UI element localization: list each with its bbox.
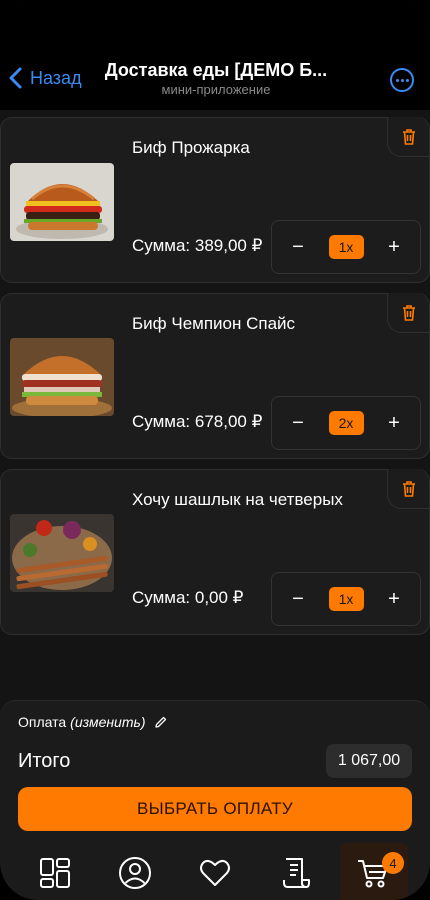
burger-image — [10, 163, 114, 241]
quantity-stepper: − 1x + — [271, 220, 421, 274]
quantity-stepper: − 1x + — [271, 572, 421, 626]
quantity-value: 2x — [328, 411, 364, 435]
decrease-button[interactable]: − — [286, 236, 310, 259]
page-subtitle: мини-приложение — [161, 82, 271, 97]
payment-row: Оплата (изменить) — [18, 714, 168, 730]
quantity-value: 1x — [328, 587, 364, 611]
page-title: Доставка еды [ДЕМО Б... — [104, 60, 328, 80]
item-name: Хочу шашлык на четверых — [132, 490, 343, 509]
delete-button[interactable] — [387, 293, 429, 333]
item-name: Биф Чемпион Спайс — [132, 314, 296, 333]
item-name: Биф Прожарка — [132, 138, 250, 157]
choose-payment-button[interactable]: ВЫБРАТЬ ОПЛАТУ — [18, 787, 412, 831]
back-button[interactable]: Назад — [8, 66, 82, 90]
app-screen: Назад Доставка еды [ДЕМО Б... мини-прило… — [0, 0, 430, 900]
delete-button[interactable] — [387, 117, 429, 157]
receipt-icon[interactable] — [277, 855, 313, 891]
quantity-value: 1x — [328, 235, 364, 259]
cart-item: Биф Прожарка Сумма: 389,00 ₽ − 1x + — [0, 117, 430, 283]
delete-button[interactable] — [387, 469, 429, 509]
increase-button[interactable]: + — [382, 588, 406, 611]
quantity-stepper: − 2x + — [271, 396, 421, 450]
payment-label: Оплата — [18, 714, 67, 730]
trash-icon — [402, 480, 415, 497]
cart-item: Хочу шашлык на четверых Сумма: 0,00 ₽ − … — [0, 469, 430, 635]
checkout-panel: Оплата (изменить) Итого 1 067,00 ВЫБРАТЬ… — [0, 700, 430, 900]
profile-icon[interactable] — [117, 855, 153, 891]
increase-button[interactable]: + — [382, 412, 406, 435]
bottom-tab-bar: 4 — [0, 843, 430, 900]
trash-icon — [402, 304, 415, 321]
payment-change-link[interactable]: (изменить) — [70, 714, 145, 730]
trash-icon — [402, 128, 415, 145]
chevron-left-icon — [9, 67, 22, 89]
burger-image — [10, 338, 114, 416]
shashlik-platter-image — [10, 514, 114, 592]
pencil-icon[interactable] — [154, 715, 168, 729]
increase-button[interactable]: + — [382, 236, 406, 259]
cart-count-badge: 4 — [382, 852, 404, 874]
item-sum: Сумма: 678,00 ₽ — [132, 412, 263, 431]
total-label: Итого — [18, 750, 71, 772]
cart-item: Биф Чемпион Спайс Сумма: 678,00 ₽ − 2x + — [0, 293, 430, 459]
heart-icon[interactable] — [197, 855, 233, 891]
decrease-button[interactable]: − — [286, 412, 310, 435]
more-options-icon[interactable] — [390, 68, 414, 92]
item-sum: Сумма: 389,00 ₽ — [132, 236, 263, 255]
decrease-button[interactable]: − — [286, 588, 310, 611]
back-label: Назад — [30, 67, 82, 88]
top-bar: Назад Доставка еды [ДЕМО Б... мини-прило… — [0, 0, 430, 110]
catalog-icon[interactable] — [37, 855, 73, 891]
item-sum: Сумма: 0,00 ₽ — [132, 588, 244, 607]
total-value: 1 067,00 — [326, 744, 412, 778]
